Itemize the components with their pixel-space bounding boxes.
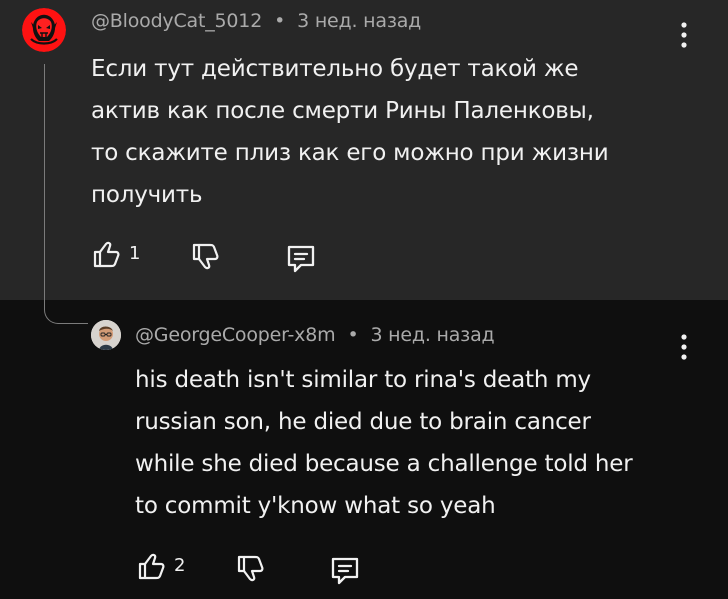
reply-comment-menu-button[interactable] — [672, 330, 696, 364]
parent-comment-text: Если тут действительно будет такой же ак… — [91, 48, 609, 216]
georgecooper-avatar[interactable] — [91, 320, 121, 350]
reply-text-line: while she died because a challenge told … — [135, 451, 633, 477]
reply-timestamp[interactable]: 3 нед. назад — [370, 324, 494, 346]
reply-separator: • — [347, 324, 359, 346]
thumbs-up-icon — [93, 241, 120, 268]
parent-text-line: актив как после смерти Рины Паленковы, — [91, 98, 594, 124]
reply-comment-text: his death isn't similar to rina's death … — [135, 359, 633, 527]
reply-text-line: to commit y'know what so yeah — [135, 493, 496, 519]
parent-text-line: Если тут действительно будет такой же — [91, 56, 579, 82]
reply-like-button[interactable]: 2 — [133, 549, 185, 583]
parent-comment-menu-button[interactable] — [672, 18, 696, 52]
more-vertical-icon — [681, 22, 687, 48]
parent-timestamp[interactable]: 3 нед. назад — [297, 10, 421, 32]
reply-comment-header: @GeorgeCooper-x8m • 3 нед. назад — [135, 324, 495, 346]
bloodycat-avatar[interactable] — [22, 8, 66, 52]
parent-author[interactable]: @BloodyCat_5012 — [91, 10, 262, 32]
reply-author[interactable]: @GeorgeCooper-x8m — [135, 324, 336, 346]
reply-like-count: 2 — [174, 555, 186, 576]
reply-text-line: russian son, he died due to brain cancer — [135, 409, 591, 435]
reply-reply-button[interactable] — [327, 552, 363, 588]
red-skull-avatar-icon — [22, 8, 66, 52]
thumbs-down-icon — [192, 243, 219, 270]
comment-thread-line — [44, 64, 88, 324]
parent-like-count: 1 — [129, 243, 141, 264]
reply-comment-icon — [331, 557, 359, 585]
comments-screen: @BloodyCat_5012 • 3 нед. назад Если тут де… — [0, 0, 728, 599]
reply-comment-icon — [287, 245, 315, 273]
parent-text-line: то скажите плиз как его можно при жизни — [91, 140, 609, 166]
parent-reply-button[interactable] — [283, 240, 319, 276]
parent-like-button[interactable]: 1 — [88, 237, 140, 271]
reply-dislike-button[interactable] — [232, 552, 266, 586]
more-vertical-icon — [681, 334, 687, 360]
thumbs-down-icon — [237, 555, 264, 582]
parent-comment-header: @BloodyCat_5012 • 3 нед. назад — [91, 10, 421, 32]
thumbs-up-icon — [138, 553, 165, 580]
parent-dislike-button[interactable] — [187, 240, 221, 274]
reply-text-line: his death isn't similar to rina's death … — [135, 367, 591, 393]
person-photo-avatar-icon — [91, 320, 121, 350]
parent-text-line: получить — [91, 182, 203, 208]
parent-separator: • — [274, 10, 286, 32]
